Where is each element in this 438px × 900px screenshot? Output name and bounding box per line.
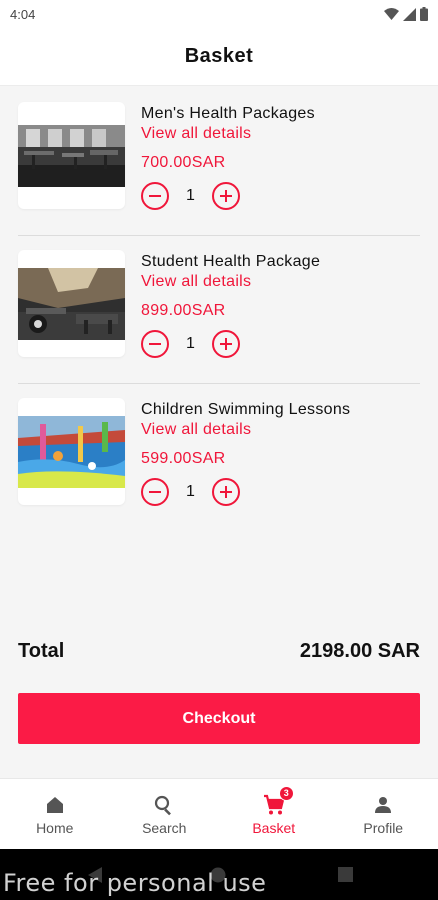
quantity-stepper: 1 bbox=[141, 330, 420, 358]
quantity-value: 1 bbox=[186, 187, 195, 204]
nav-home-label: Home bbox=[36, 819, 74, 836]
increase-button[interactable] bbox=[212, 478, 240, 506]
item-thumbnail bbox=[18, 250, 125, 357]
basket-list: Men's Health Packages View all details 7… bbox=[0, 88, 438, 532]
home-icon bbox=[46, 796, 63, 813]
signal-icon bbox=[403, 7, 416, 21]
basket-item: Student Health Package View all details … bbox=[18, 236, 420, 384]
checkout-button[interactable]: Checkout bbox=[18, 693, 420, 744]
page-title: Basket bbox=[184, 45, 254, 67]
person-icon bbox=[375, 796, 392, 813]
item-price: 599.00SAR bbox=[141, 450, 226, 467]
basket-item: Children Swimming Lessons View all detai… bbox=[18, 384, 420, 532]
plus-circle-icon bbox=[220, 486, 232, 498]
view-details-link[interactable]: View all details bbox=[141, 420, 420, 440]
gym-weights-image bbox=[18, 267, 125, 340]
decrease-button[interactable] bbox=[141, 182, 169, 210]
watermark-text: Free for personal use bbox=[3, 869, 267, 897]
item-info: Student Health Package View all details … bbox=[141, 252, 420, 358]
quantity-value: 1 bbox=[186, 335, 195, 352]
app-header: Basket bbox=[0, 28, 438, 86]
quantity-stepper: 1 bbox=[141, 478, 420, 506]
status-time: 4:04 bbox=[10, 6, 36, 22]
bottom-nav: Home Search 3 Basket Profile bbox=[0, 778, 438, 849]
increase-button[interactable] bbox=[212, 330, 240, 358]
quantity-value: 1 bbox=[186, 483, 195, 500]
recents-icon[interactable] bbox=[338, 867, 353, 882]
item-title: Children Swimming Lessons bbox=[141, 401, 351, 418]
cart-icon-wrap: 3 bbox=[262, 785, 294, 817]
minus-circle-icon bbox=[149, 343, 161, 345]
item-thumbnail bbox=[18, 398, 125, 505]
nav-search-label: Search bbox=[142, 819, 187, 836]
gym-image bbox=[18, 124, 125, 187]
minus-circle-icon bbox=[149, 195, 161, 197]
view-details-link[interactable]: View all details bbox=[141, 124, 420, 144]
battery-icon bbox=[420, 7, 428, 21]
nav-profile-label: Profile bbox=[363, 819, 404, 836]
item-info: Men's Health Packages View all details 7… bbox=[141, 104, 420, 210]
nav-basket[interactable]: 3 Basket bbox=[219, 779, 329, 849]
plus-circle-icon bbox=[220, 338, 232, 350]
item-info: Children Swimming Lessons View all detai… bbox=[141, 400, 420, 506]
wifi-icon bbox=[384, 7, 399, 20]
item-title: Student Health Package bbox=[141, 253, 321, 270]
minus-circle-icon bbox=[149, 491, 161, 493]
cart-badge: 3 bbox=[278, 785, 294, 801]
increase-button[interactable] bbox=[212, 182, 240, 210]
decrease-button[interactable] bbox=[141, 478, 169, 506]
status-bar: 4:04 bbox=[0, 0, 438, 28]
nav-basket-label: Basket bbox=[252, 819, 296, 836]
item-title: Men's Health Packages bbox=[141, 105, 315, 122]
item-price: 899.00SAR bbox=[141, 302, 226, 319]
plus-circle-icon bbox=[220, 190, 232, 202]
basket-item: Men's Health Packages View all details 7… bbox=[18, 88, 420, 236]
total-row: Total 2198.00 SAR bbox=[18, 640, 420, 663]
pool-image bbox=[18, 415, 125, 488]
total-label: Total bbox=[18, 640, 65, 662]
status-icons bbox=[384, 7, 428, 21]
nav-profile[interactable]: Profile bbox=[329, 779, 438, 849]
search-icon bbox=[155, 795, 172, 815]
decrease-button[interactable] bbox=[141, 330, 169, 358]
item-price: 700.00SAR bbox=[141, 154, 226, 171]
item-thumbnail bbox=[18, 102, 125, 209]
total-value: 2198.00 SAR bbox=[299, 640, 420, 662]
nav-search[interactable]: Search bbox=[110, 779, 220, 849]
nav-home[interactable]: Home bbox=[0, 779, 110, 849]
view-details-link[interactable]: View all details bbox=[141, 272, 420, 292]
quantity-stepper: 1 bbox=[141, 182, 420, 210]
